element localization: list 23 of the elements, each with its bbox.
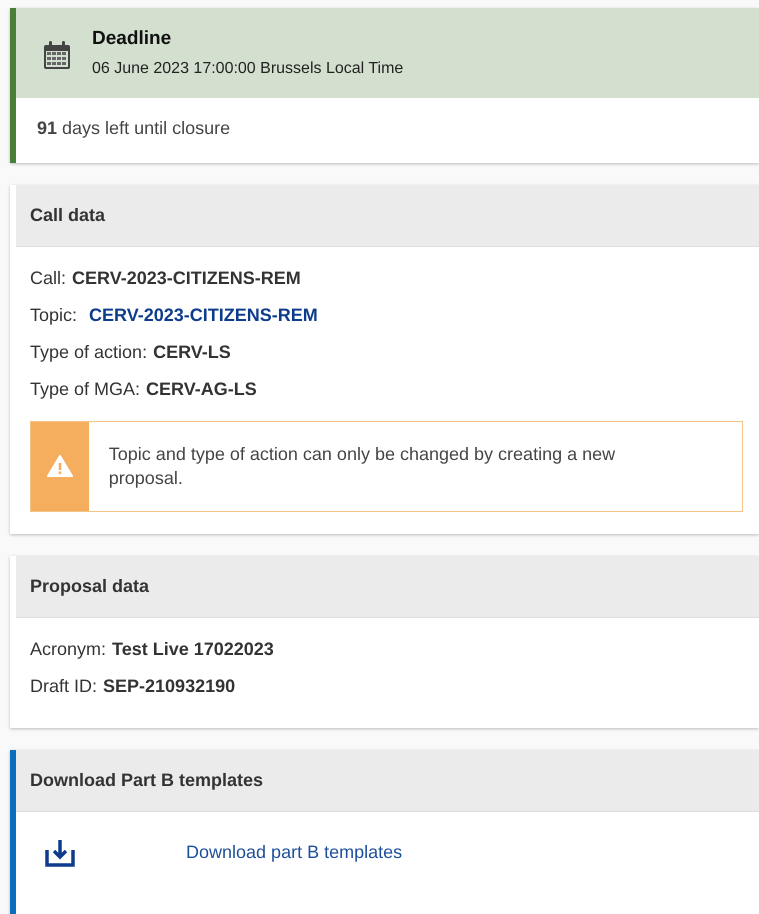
warning-text: Topic and type of action can only be changed by creating a new proposal. — [108, 443, 616, 490]
topic-link[interactable]: CERV-2023-CITIZENS-REM — [89, 305, 318, 326]
field-label: Acronym: — [30, 638, 106, 660]
download-icon[interactable] — [44, 838, 76, 868]
deadline-date: 06 June 2023 17:00:00 Brussels Local Time — [92, 60, 404, 78]
section-title: Download Part B templates — [30, 770, 264, 790]
days-remaining: 91 days left until closure — [36, 117, 232, 140]
field-value: CERV-AG-LS — [146, 379, 257, 400]
section-title: Proposal data — [30, 576, 150, 596]
field-label: Draft ID: — [30, 676, 98, 697]
field-value: CERV-LS — [153, 342, 231, 363]
calendar-icon — [42, 40, 72, 70]
field-label: Type of MGA: — [30, 379, 140, 400]
deadline-title: Deadline — [92, 28, 172, 50]
download-link[interactable]: Download part B templates — [186, 842, 402, 864]
section-title: Call data — [30, 205, 106, 225]
field-value: SEP-210932190 — [103, 676, 236, 697]
field-label: Type of action: — [30, 342, 148, 363]
warning-icon — [46, 455, 73, 478]
field-value: CERV-2023-CITIZENS-REM — [72, 268, 301, 289]
field-value: Test Live 17022023 — [112, 638, 274, 660]
field-label: Call: — [30, 268, 66, 289]
field-label: Topic: — [30, 305, 78, 326]
